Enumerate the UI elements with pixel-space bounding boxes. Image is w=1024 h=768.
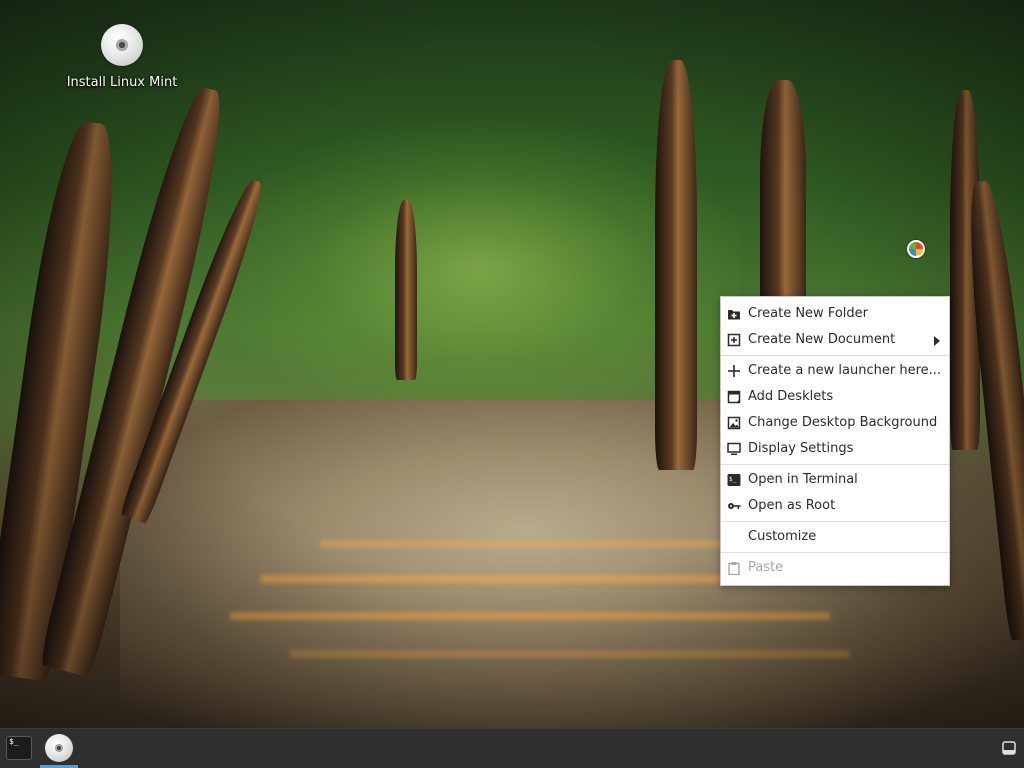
menu-item-customize[interactable]: Customize: [721, 524, 949, 550]
menu-item-label: Change Desktop Background: [748, 415, 938, 430]
monitor-icon: [727, 442, 741, 455]
submenu-arrow-icon: [934, 336, 940, 346]
terminal-icon: $_: [727, 474, 741, 486]
menu-item-add-desklets[interactable]: Add Desklets: [721, 384, 949, 410]
key-icon: [728, 503, 741, 509]
show-desktop-icon[interactable]: [1002, 741, 1016, 755]
menu-separator: [721, 464, 949, 465]
menu-separator: [721, 552, 949, 553]
terminal-icon: $_: [6, 736, 32, 760]
menu-item-label: Customize: [748, 529, 817, 544]
menu-item-label: Create a new launcher here...: [748, 363, 942, 378]
clipboard-icon: [728, 562, 740, 575]
menu-item-paste: Paste: [721, 555, 949, 581]
menu-item-create-launcher[interactable]: Create a new launcher here...: [721, 358, 949, 384]
busy-pointer-icon: [907, 240, 925, 258]
menu-item-label: Create New Document: [748, 332, 896, 347]
plus-icon: [728, 365, 740, 377]
menu-item-label: Display Settings: [748, 441, 854, 456]
menu-item-create-new-document[interactable]: Create New Document: [721, 327, 949, 353]
terminal-launcher-button[interactable]: $_: [4, 733, 34, 763]
menu-separator: [721, 521, 949, 522]
disc-icon: [45, 734, 73, 762]
menu-item-label: Create New Folder: [748, 306, 868, 321]
disc-icon: [101, 24, 143, 66]
menu-item-label: Add Desklets: [748, 389, 834, 404]
taskbar: $_: [0, 728, 1024, 768]
menu-item-open-in-terminal[interactable]: $_ Open in Terminal: [721, 467, 949, 493]
menu-item-label: Open as Root: [748, 498, 836, 513]
menu-item-open-as-root[interactable]: Open as Root: [721, 493, 949, 519]
desktop-icon-label: Install Linux Mint: [66, 75, 178, 90]
image-icon: [727, 416, 741, 430]
taskbar-window-install-linux-mint[interactable]: [40, 730, 78, 768]
menu-item-display-settings[interactable]: Display Settings: [721, 436, 949, 462]
svg-text:$_: $_: [729, 476, 737, 483]
folder-plus-icon: [728, 310, 740, 320]
desktop-icon-install-linux-mint[interactable]: Install Linux Mint: [62, 22, 182, 90]
menu-item-create-new-folder[interactable]: Create New Folder: [721, 301, 949, 327]
menu-separator: [721, 355, 949, 356]
desktop-context-menu: Create New Folder Create New Document Cr…: [720, 296, 950, 586]
document-plus-icon: [727, 333, 741, 347]
menu-item-label: Open in Terminal: [748, 472, 858, 487]
desklet-icon: [727, 390, 741, 404]
terminal-prompt: $_: [9, 737, 19, 746]
menu-item-change-desktop-background[interactable]: Change Desktop Background: [721, 410, 949, 436]
menu-item-label: Paste: [748, 560, 784, 575]
desktop[interactable]: Install Linux Mint Create New Folder Cre…: [0, 0, 1024, 728]
